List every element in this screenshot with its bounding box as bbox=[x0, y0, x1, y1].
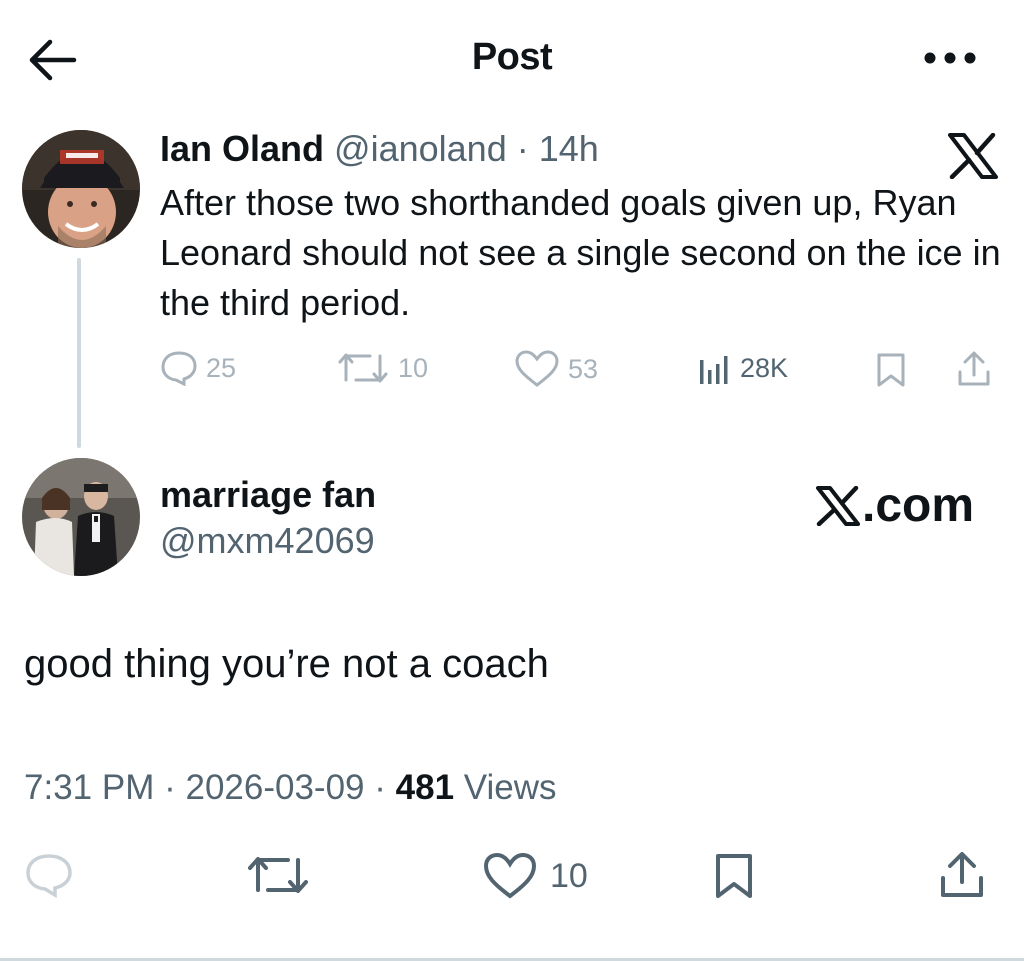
bookmark-icon bbox=[877, 353, 905, 387]
parent-post-text: After those two shorthanded goals given … bbox=[160, 182, 1001, 323]
bookmark-button[interactable] bbox=[712, 852, 756, 900]
heart-icon bbox=[515, 350, 559, 387]
reply-icon bbox=[26, 854, 72, 898]
bookmark-icon bbox=[716, 854, 752, 898]
parent-reply-action[interactable]: 25 bbox=[160, 350, 236, 386]
meta-separator: · bbox=[374, 768, 386, 807]
views-count[interactable]: 481 bbox=[396, 768, 454, 807]
share-icon bbox=[958, 351, 990, 386]
more-horizontal-icon bbox=[924, 52, 976, 64]
share-button[interactable] bbox=[938, 850, 986, 900]
parent-like-action[interactable]: 53 bbox=[514, 350, 598, 388]
post-timestamp-line: 7:31 PM · 2026-03-09 · 481 Views bbox=[24, 768, 557, 808]
repost-button[interactable] bbox=[244, 852, 312, 898]
parent-post-header: Ian Oland @ianoland · 14h bbox=[160, 128, 599, 170]
author-name[interactable]: Ian Oland bbox=[160, 128, 324, 169]
view-count: 28K bbox=[740, 352, 789, 383]
post-time[interactable]: 7:31 PM bbox=[24, 768, 154, 807]
like-button[interactable]: 10 bbox=[482, 852, 588, 900]
reply-button[interactable] bbox=[24, 852, 74, 898]
reply-post-text: good thing you’re not a coach bbox=[24, 642, 549, 686]
reply-icon bbox=[161, 351, 197, 386]
share-icon bbox=[941, 852, 983, 897]
reply-author-handle[interactable]: @mxm42069 bbox=[160, 520, 375, 562]
like-count: 10 bbox=[550, 856, 588, 895]
reply-author-name[interactable]: marriage fan bbox=[160, 474, 376, 516]
x-logo-icon bbox=[816, 485, 860, 526]
parent-share-action[interactable] bbox=[956, 350, 992, 388]
parent-repost-action[interactable]: 10 bbox=[336, 350, 428, 386]
repost-icon bbox=[248, 857, 308, 893]
meta-separator: · bbox=[164, 768, 176, 807]
page-title: Post bbox=[471, 36, 553, 78]
thread-connector-line bbox=[77, 258, 81, 448]
meta-separator: · bbox=[516, 128, 529, 169]
repost-count: 10 bbox=[398, 352, 429, 383]
like-count: 53 bbox=[568, 353, 599, 384]
repost-icon bbox=[338, 353, 388, 383]
views-label: Views bbox=[463, 768, 557, 807]
heart-icon bbox=[483, 852, 537, 899]
avatar[interactable] bbox=[22, 458, 140, 576]
views-chart-icon bbox=[700, 356, 728, 384]
x-com-wordmark: .com bbox=[816, 478, 974, 533]
parent-bookmark-action[interactable] bbox=[874, 352, 908, 388]
parent-views-action[interactable]: 28K bbox=[696, 350, 788, 386]
x-logo-icon bbox=[948, 133, 998, 179]
x-com-label: .com bbox=[862, 479, 975, 532]
post-time[interactable]: 14h bbox=[539, 128, 599, 169]
more-options-button[interactable] bbox=[920, 42, 982, 74]
reply-count: 25 bbox=[206, 352, 237, 383]
avatar[interactable] bbox=[22, 130, 140, 248]
post-date[interactable]: 2026-03-09 bbox=[185, 768, 364, 807]
author-handle[interactable]: @ianoland bbox=[334, 128, 507, 169]
